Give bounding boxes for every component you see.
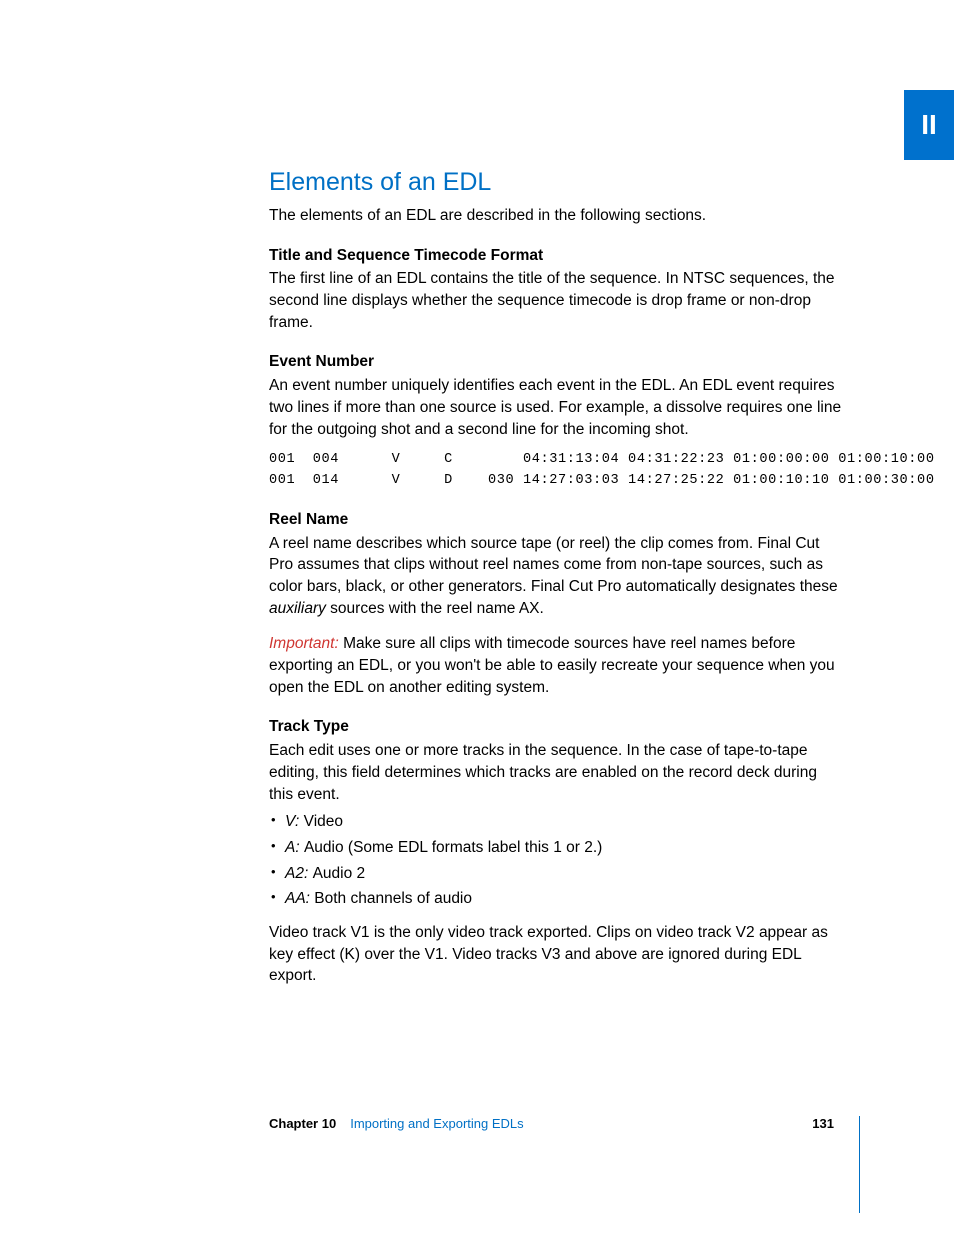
body-text: A reel name describes which source tape … [269, 533, 844, 620]
subheading: Event Number [269, 351, 844, 373]
term: AA: [285, 890, 314, 907]
section-title-timecode: Title and Sequence Timecode Format The f… [269, 245, 844, 334]
page-content: Elements of an EDL The elements of an ED… [269, 165, 844, 987]
section-track-type: Track Type Each edit uses one or more tr… [269, 716, 844, 987]
definition: Audio (Some EDL formats label this 1 or … [304, 839, 602, 856]
bullet-list: V: Video A: Audio (Some EDL formats labe… [269, 811, 844, 910]
italic-term: auxiliary [269, 600, 326, 617]
text-span: Make sure all clips with timecode source… [269, 635, 835, 695]
list-item: A2: Audio 2 [269, 863, 844, 885]
term: A: [285, 839, 304, 856]
text-span: A reel name describes which source tape … [269, 535, 838, 595]
important-label: Important: [269, 635, 343, 652]
definition: Video [304, 813, 343, 830]
body-text: An event number uniquely identifies each… [269, 375, 844, 440]
right-margin-rule [859, 1116, 860, 1213]
important-note: Important: Make sure all clips with time… [269, 633, 844, 698]
definition: Both channels of audio [314, 890, 472, 907]
code-block: 001 004 V C 04:31:13:04 04:31:22:23 01:0… [269, 450, 844, 491]
subheading: Track Type [269, 716, 844, 738]
body-text: Each edit uses one or more tracks in the… [269, 740, 844, 805]
list-item: A: Audio (Some EDL formats label this 1 … [269, 837, 844, 859]
section-reel-name: Reel Name A reel name describes which so… [269, 509, 844, 619]
body-text: The first line of an EDL contains the ti… [269, 268, 844, 333]
chapter-title: Importing and Exporting EDLs [350, 1116, 523, 1131]
list-item: AA: Both channels of audio [269, 888, 844, 910]
body-text: Important: Make sure all clips with time… [269, 633, 844, 698]
text-span: sources with the reel name AX. [326, 600, 544, 617]
page-footer: Chapter 10 Importing and Exporting EDLs … [269, 1116, 844, 1131]
page-number: 131 [812, 1116, 834, 1131]
body-text: Video track V1 is the only video track e… [269, 922, 844, 987]
list-item: V: Video [269, 811, 844, 833]
section-tab: II [904, 90, 954, 160]
subheading: Reel Name [269, 509, 844, 531]
term: A2: [285, 865, 313, 882]
chapter-label: Chapter 10 [269, 1116, 336, 1131]
definition: Audio 2 [313, 865, 366, 882]
page-heading: Elements of an EDL [269, 165, 844, 200]
term: V: [285, 813, 304, 830]
section-event-number: Event Number An event number uniquely id… [269, 351, 844, 491]
subheading: Title and Sequence Timecode Format [269, 245, 844, 267]
intro-text: The elements of an EDL are described in … [269, 205, 844, 227]
